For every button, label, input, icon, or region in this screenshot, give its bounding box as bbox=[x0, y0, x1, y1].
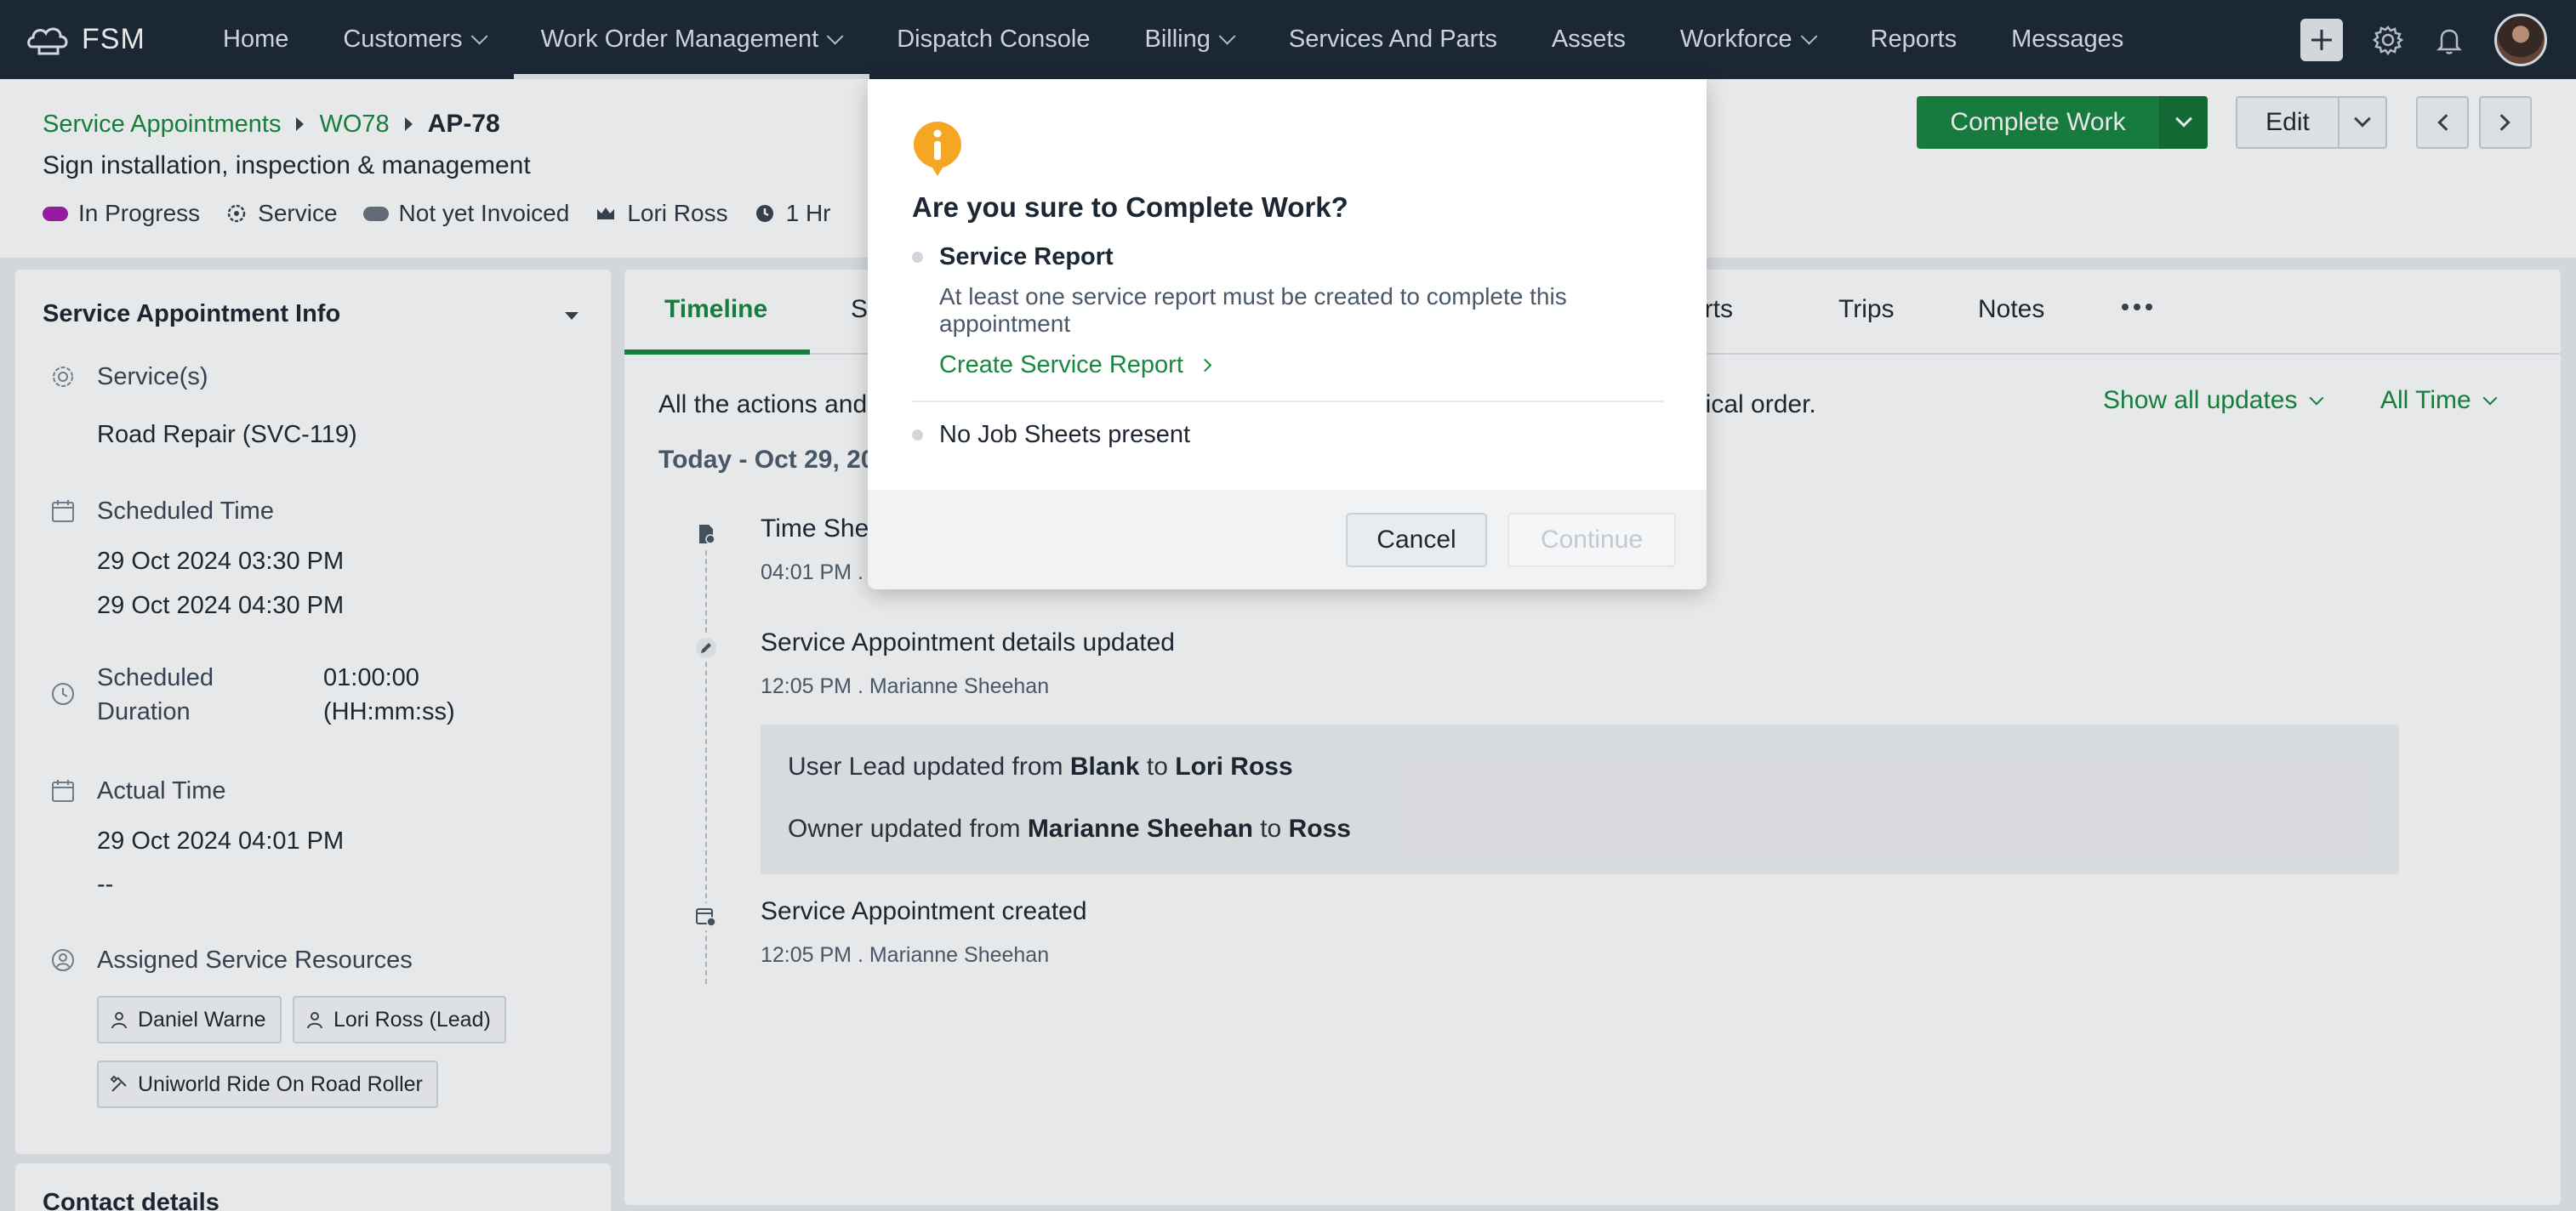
dialog-title: Are you sure to Complete Work? bbox=[912, 191, 1348, 223]
dialog-footer: Cancel Continue bbox=[868, 490, 1707, 589]
create-service-report-label: Create Service Report bbox=[939, 351, 1183, 378]
info-icon bbox=[914, 122, 961, 176]
dialog-divider bbox=[912, 401, 1664, 402]
bullet-icon bbox=[912, 429, 923, 441]
service-report-heading: Service Report bbox=[939, 243, 1114, 270]
create-service-report-link[interactable]: Create Service Report bbox=[939, 351, 1212, 379]
job-sheets-status: No Job Sheets present bbox=[939, 421, 1191, 448]
service-report-description: At least one service report must be crea… bbox=[939, 283, 1567, 337]
bullet-icon bbox=[912, 252, 923, 263]
chevron-right-icon bbox=[1198, 358, 1212, 372]
complete-work-dialog: Are you sure to Complete Work? Service R… bbox=[868, 79, 1707, 589]
cancel-button[interactable]: Cancel bbox=[1346, 513, 1487, 567]
continue-button[interactable]: Continue bbox=[1507, 513, 1676, 567]
